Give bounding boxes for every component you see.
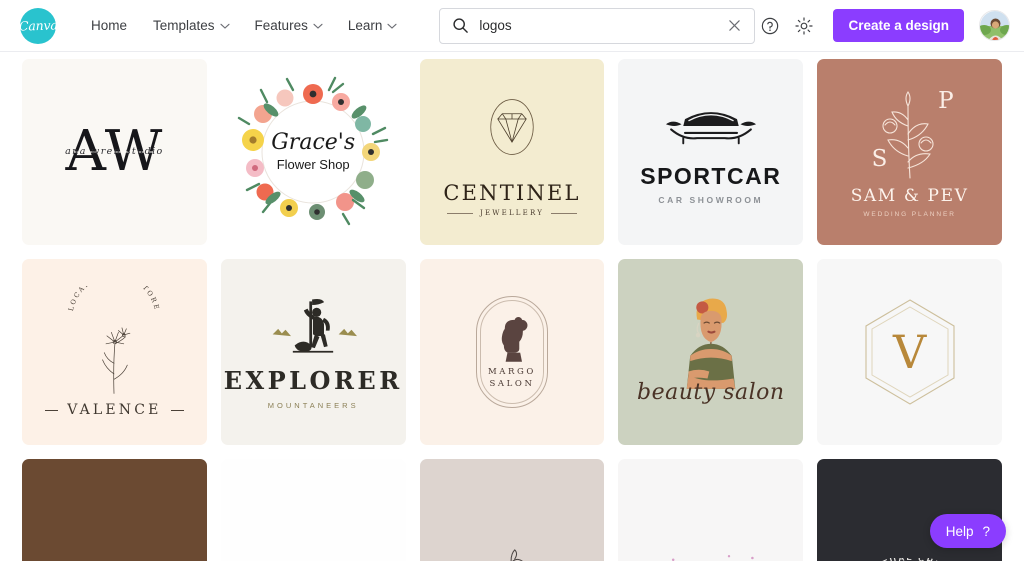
question-mark-icon: ? [982,523,990,539]
logo-title: Grace's [271,130,356,155]
template-results-grid[interactable]: AW ana wren studio Grace's Flower Shop C… [0,53,1024,561]
dots-decoration [671,555,754,561]
logo-subtitle-row: JEWELLERY [446,209,578,217]
divider [45,409,59,411]
template-card-beauty-salon[interactable]: beauty salon [618,259,804,445]
close-icon[interactable] [724,16,744,36]
question-circle-icon [762,17,779,34]
template-card-v-monogram[interactable]: V [817,259,1002,445]
template-card-explorer-mountaneers[interactable]: EXPLORER MOUNTANEERS [220,259,406,445]
help-widget-label: Help [945,523,974,539]
help-widget-button[interactable]: Help ? [929,514,1006,548]
template-card-coffee-cup[interactable] [419,459,605,561]
nav-item-features[interactable]: Features [242,11,335,40]
top-header: Canva Home Templates Features Learn logo… [0,0,1024,52]
logo-script-text: ana wren studio [61,147,168,156]
nav-item-features-label: Features [254,18,308,33]
divider [170,409,184,411]
divider [551,212,578,214]
oval-frame: MARGO SALON [475,296,548,408]
canva-logo-text: Canva [18,17,58,34]
nav-item-templates-label: Templates [153,18,215,33]
arc-text-local-beauty-store: LOCAL BEAUTY STORE [67,286,161,312]
template-card-pretty-lovely[interactable]: Pretty Lovely [618,459,804,561]
logo-subtitle: JEWELLERY [479,209,545,217]
logo-title: EXPLORER [223,366,403,395]
monogram-letter-p: P [938,88,954,114]
user-avatar[interactable] [979,10,1010,41]
template-card-valence-beauty[interactable]: LOCAL BEAUTY STORE [22,259,207,445]
svg-text:LOCAL BEAUTY STORE: LOCAL BEAUTY STORE [67,286,161,312]
floral-wreath-icon: Grace's Flower Shop [233,72,393,232]
logo-subtitle: WEDDING PLANNER [863,211,956,218]
template-card-centinel-jewellery[interactable]: CENTINEL JEWELLERY [419,59,605,245]
template-card-ana-wren-studio[interactable]: AW ana wren studio [22,59,207,245]
help-button[interactable] [755,11,785,41]
logo-title: CENTINEL [443,181,581,205]
monogram-letter: V [892,325,927,379]
wreath-label-group: Grace's Flower Shop [254,130,372,173]
canva-logo[interactable]: Canva [18,7,58,44]
logo-script-text: beauty salon [637,380,785,405]
gear-icon [795,16,814,35]
chevron-down-icon [313,21,323,30]
hexagon-monogram: V [862,296,958,408]
search-bar[interactable] [439,7,756,44]
logo-title: MARGO [487,366,536,377]
chevron-down-icon [219,21,230,30]
template-card-greatleaf[interactable]: GREATLEAF [220,459,406,561]
monogram-letter-s: S [871,146,888,172]
logo-subtitle: Flower Shop [276,157,350,172]
template-card-august-studio[interactable]: AS august studio [22,459,207,561]
nav-item-learn-label: Learn [347,18,383,33]
diamond-icon [481,87,543,172]
logo-monogram: AW ana wren studio [61,124,168,180]
logo-title: SAM & PEV [850,186,969,206]
header-actions: Create a design [755,9,1010,42]
monogram-branch-group: P S [850,86,970,182]
logo-subtitle: CAR SHOWROOM [658,194,764,205]
woman-silhouette-icon [501,316,528,362]
logo-title-row: VALENCE [45,402,184,418]
car-front-icon [659,100,763,157]
create-a-design-button[interactable]: Create a design [833,9,964,42]
logo-subtitle: MOUNTANEERS [267,401,359,410]
settings-button[interactable] [789,11,819,41]
template-card-graces-flower-shop[interactable]: Grace's Flower Shop [220,59,406,245]
search-input[interactable] [479,18,725,33]
template-card-sam-and-pev[interactable]: P S SAM & PEV WEDDING PLANNER [817,59,1002,245]
nav-item-home[interactable]: Home [78,11,140,40]
nav-item-home-label: Home [91,18,128,33]
logo-title: SPORTCAR [640,162,782,189]
template-card-margo-salon[interactable]: MARGO SALON [419,259,605,445]
nav-item-templates[interactable]: Templates [140,11,242,40]
climber-icon [272,298,358,353]
search-icon [452,17,469,34]
template-card-sportcar-showroom[interactable]: SPORTCAR CAR SHOWROOM [618,59,804,245]
chevron-down-icon [387,21,397,30]
wildflower-icon [102,327,131,394]
main-navigation: Home Templates Features Learn [78,11,409,40]
nav-item-learn[interactable]: Learn [335,11,410,40]
logo-subtitle: SALON [489,378,535,389]
logo-title: VALENCE [67,402,162,418]
latte-glass-icon [510,549,523,561]
divider [446,212,473,214]
arc-text: LOCAL BEAUTY STORE [67,286,159,312]
